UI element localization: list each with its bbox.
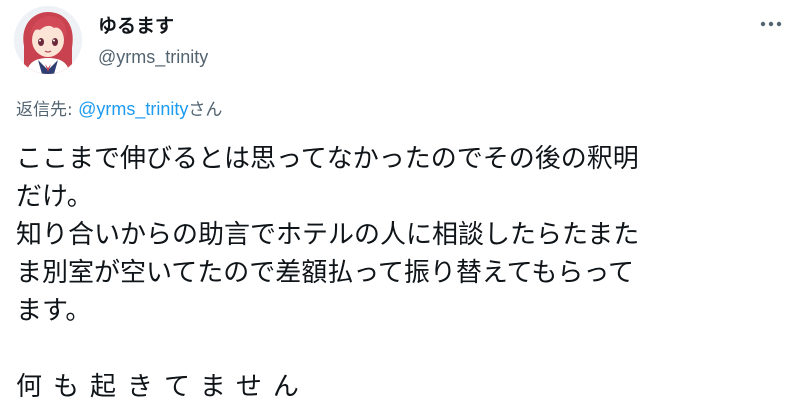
reply-handle-link[interactable]: @yrms_trinity <box>78 99 188 119</box>
tweet-header: ゆるます @yrms_trinity <box>14 6 786 76</box>
reply-context: 返信先: @yrms_trinityさん <box>16 98 222 121</box>
avatar[interactable] <box>14 6 82 74</box>
tweet-line: 何も起きてません <box>16 372 310 402</box>
avatar-image <box>14 6 82 74</box>
user-handle[interactable]: @yrms_trinity <box>98 46 208 68</box>
tweet-line: ま別室が空いてたので差額払って振り替えてもらって <box>16 258 635 288</box>
tweet-text: ここまで伸びるとは思ってなかったのでその後の釈明 だけ。 知り合いからの助言でホ… <box>16 140 796 406</box>
tweet-card: ゆるます @yrms_trinity 返信先: @yrms_trinityさん … <box>0 0 800 416</box>
reply-suffix: さん <box>188 100 223 120</box>
author-names: ゆるます @yrms_trinity <box>98 14 208 68</box>
tweet-line: ます。 <box>16 296 92 326</box>
tweet-line: ここまで伸びるとは思ってなかったのでその後の釈明 <box>16 144 639 174</box>
tweet-line: 知り合いからの助言でホテルの人に相談したらたまた <box>16 220 640 250</box>
reply-prefix: 返信先: <box>16 100 79 120</box>
tweet-line: だけ。 <box>16 182 93 212</box>
more-horizontal-icon <box>760 21 782 27</box>
display-name[interactable]: ゆるます <box>98 14 208 38</box>
more-options-button[interactable] <box>756 12 786 36</box>
